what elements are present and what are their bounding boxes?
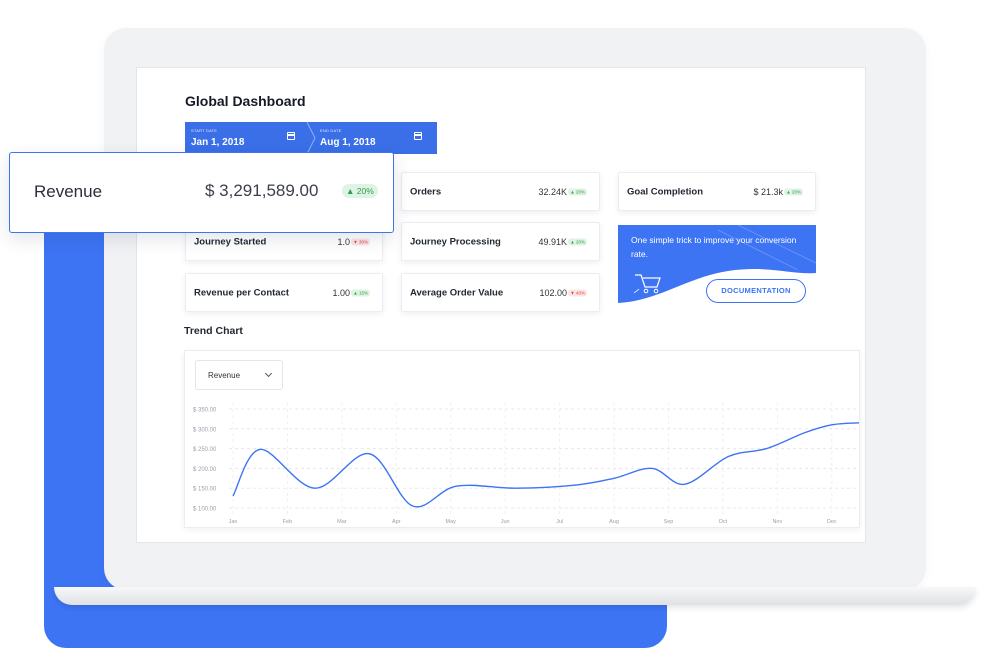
metric-change-badge: ▼ 40% <box>568 289 587 296</box>
x-tick-label: Apr <box>392 519 401 525</box>
metric-change-badge: ▲ 20% <box>568 238 587 245</box>
x-tick-label: Aug <box>609 519 619 525</box>
y-tick-label: $ 300.00 <box>193 427 217 433</box>
metric-card-average-order-value[interactable]: Average Order Value 102.00 ▼ 40% <box>401 273 600 312</box>
date-range-picker: START DATE Jan 1, 2018 END DATE Aug 1, 2… <box>185 122 437 154</box>
calendar-icon[interactable] <box>287 132 295 140</box>
start-date-value: Jan 1, 2018 <box>191 137 245 148</box>
metric-select-dropdown[interactable]: Revenue <box>195 360 283 390</box>
metric-name: Average Order Value <box>410 287 504 298</box>
metric-value: 102.00 <box>539 287 567 298</box>
metric-name: Revenue per Contact <box>194 287 290 298</box>
x-tick-label: Jul <box>556 519 563 525</box>
metric-name: Orders <box>410 186 442 197</box>
x-tick-label: Jan <box>229 519 238 525</box>
y-tick-label: $ 350.00 <box>193 408 217 414</box>
metric-card-journey-processing[interactable]: Journey Processing 49.91K ▲ 20% <box>401 222 600 261</box>
metric-value: 1.0 <box>337 236 350 247</box>
metric-change-badge: ▲ 20% <box>784 188 803 195</box>
metric-value: 1.00 <box>332 287 350 298</box>
metric-select-value: Revenue <box>208 371 241 380</box>
metric-value: 32.24K <box>538 186 567 197</box>
chevron-down-icon <box>264 369 273 378</box>
metric-card-orders[interactable]: Orders 32.24K ▲ 20% <box>401 172 600 211</box>
metric-value: 49.91K <box>538 236 567 247</box>
x-tick-label: Nov <box>772 519 782 525</box>
metric-name: Goal Completion <box>627 186 703 197</box>
calendar-icon[interactable] <box>414 132 422 140</box>
metric-value: $ 21.3k <box>753 186 783 197</box>
x-tick-label: Feb <box>283 519 292 525</box>
y-tick-label: $ 200.00 <box>193 467 217 473</box>
page-title: Global Dashboard <box>185 93 306 109</box>
y-tick-label: $ 150.00 <box>193 487 217 493</box>
metric-change-badge: ▲ 20% <box>568 188 587 195</box>
x-tick-label: Mar <box>337 519 347 525</box>
start-date-field[interactable]: START DATE Jan 1, 2018 <box>191 122 305 154</box>
trend-line-chart: $ 350.00 $ 300.00 $ 250.00 $ 200.00 $ 150.00… <box>193 403 860 525</box>
revenue-change-badge: ▲ 20% <box>342 184 378 198</box>
metric-card-revenue-per-contact[interactable]: Revenue per Contact 1.00 ▲ 15% <box>185 273 383 312</box>
y-tick-label: $ 250.00 <box>193 447 217 453</box>
end-date-label: END DATE <box>320 128 342 133</box>
end-date-value: Aug 1, 2018 <box>320 137 376 148</box>
metric-change-badge: ▲ 15% <box>351 289 370 296</box>
shopping-cart-icon <box>633 274 661 294</box>
start-date-label: START DATE <box>191 128 218 133</box>
documentation-button[interactable]: DOCUMENTATION <box>706 279 806 303</box>
revenue-label: Revenue <box>34 182 103 201</box>
revenue-highlight-card[interactable]: Revenue $ 3,291,589.00 ▲ 20% <box>9 152 394 233</box>
x-tick-label: Jun <box>501 519 510 525</box>
end-date-field[interactable]: END DATE Aug 1, 2018 <box>320 122 434 154</box>
date-separator-arrow <box>306 122 316 154</box>
laptop-base <box>54 587 976 605</box>
revenue-value: $ 3,291,589.00 <box>205 181 319 200</box>
x-tick-label: May <box>446 519 457 525</box>
metric-card-goal-completion[interactable]: Goal Completion $ 21.3k ▲ 20% <box>618 172 816 211</box>
metric-name: Journey Started <box>194 236 267 247</box>
x-tick-label: Dec <box>827 519 837 525</box>
metric-name: Journey Processing <box>410 236 501 247</box>
trend-chart-title: Trend Chart <box>184 325 243 337</box>
metric-change-badge: ▼ 30% <box>351 238 370 245</box>
y-tick-label: $ 100.00 <box>193 507 217 513</box>
promo-card: One simple trick to improve your convers… <box>618 225 816 311</box>
trend-chart-card: $ 350.00 $ 300.00 $ 250.00 $ 200.00 $ 150.00… <box>184 350 860 528</box>
x-tick-label: Oct <box>719 519 728 525</box>
revenue-trend-line <box>232 422 860 508</box>
x-tick-label: Sep <box>664 519 674 525</box>
promo-text: One simple trick to improve your convers… <box>631 235 797 259</box>
